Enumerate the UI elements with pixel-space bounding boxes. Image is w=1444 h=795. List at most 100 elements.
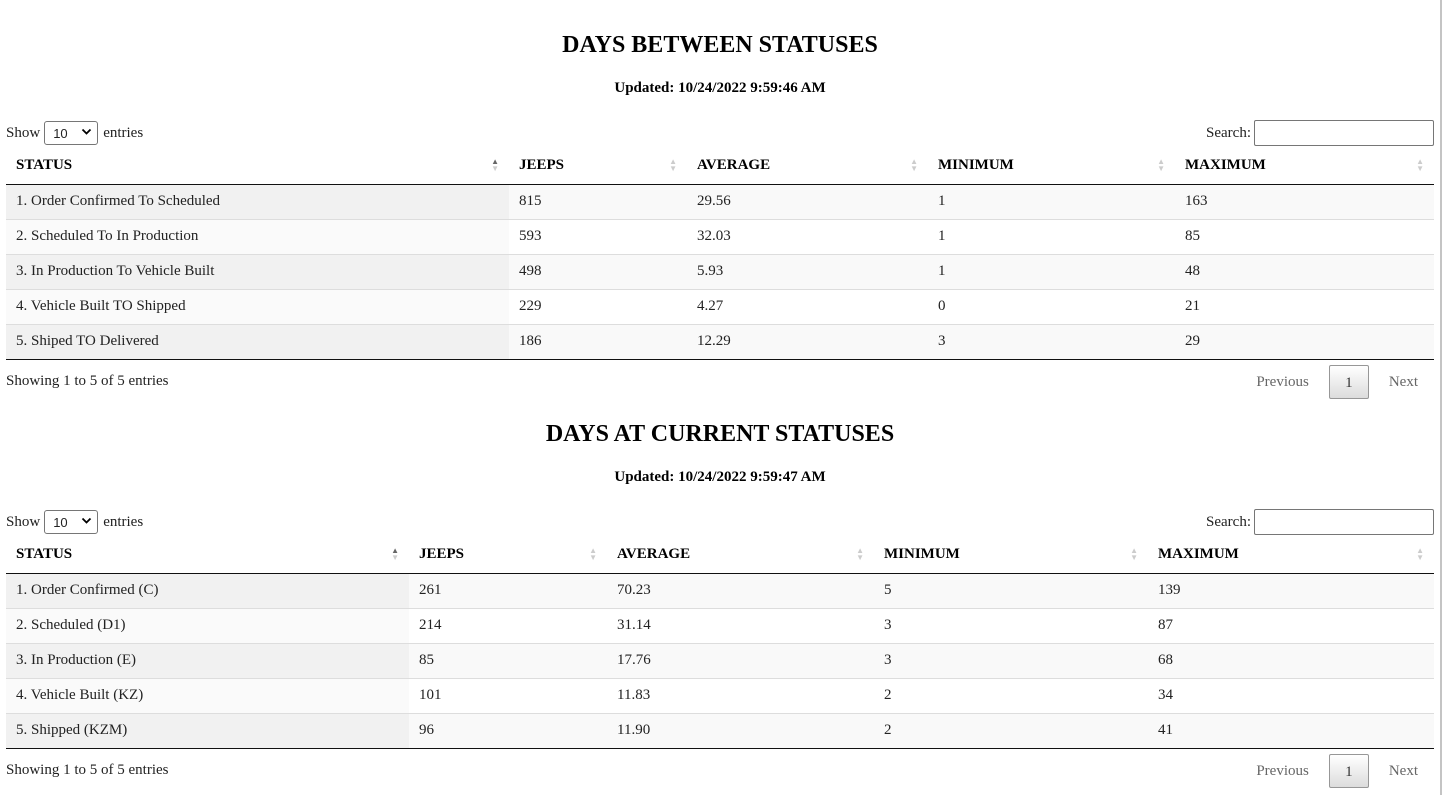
cell-maximum: 34 — [1148, 677, 1434, 713]
cell-status: 4. Vehicle Built (KZ) — [6, 677, 409, 713]
table-header-row: STATUS ▲ ▼ JEEPS ▲ ▼ AVERAGE ▲ ▼ MINIMUM ▲ ▼ MAX… — [6, 536, 1434, 574]
entries-label: entries — [103, 513, 144, 530]
previous-button[interactable]: Previous — [1240, 754, 1325, 788]
search-control: Search: — [1206, 120, 1434, 146]
cell-jeeps: 815 — [509, 184, 687, 219]
cell-minimum: 2 — [874, 712, 1148, 749]
entries-select-value: 10 — [53, 125, 68, 141]
cell-average: 29.56 — [687, 184, 928, 219]
cell-average: 70.23 — [607, 573, 874, 608]
sort-icon: ▲ ▼ — [391, 546, 399, 562]
pagination: Previous 1 Next — [1240, 754, 1434, 788]
table-row: 4. Vehicle Built (KZ) 101 11.83 2 34 — [6, 677, 1434, 713]
entries-label: entries — [103, 124, 144, 141]
cell-minimum: 0 — [928, 288, 1175, 324]
entries-select-value: 10 — [53, 514, 68, 530]
table-info: Showing 1 to 5 of 5 entries — [6, 373, 169, 389]
column-header-minimum[interactable]: MINIMUM ▲ ▼ — [928, 147, 1175, 185]
page-button-current[interactable]: 1 — [1328, 365, 1369, 399]
column-header-average[interactable]: AVERAGE ▲ ▼ — [607, 536, 874, 574]
cell-status: 2. Scheduled (D1) — [6, 607, 409, 643]
next-button[interactable]: Next — [1373, 365, 1434, 399]
table-row: 1. Order Confirmed To Scheduled 815 29.5… — [6, 184, 1434, 219]
cell-minimum: 1 — [928, 218, 1175, 254]
entries-select[interactable]: 10 — [44, 510, 99, 534]
scrollbar-edge[interactable] — [1440, 0, 1442, 795]
cell-jeeps: 229 — [509, 288, 687, 324]
cell-minimum: 3 — [874, 642, 1148, 678]
cell-minimum: 3 — [928, 323, 1175, 360]
cell-status: 1. Order Confirmed (C) — [6, 573, 409, 608]
cell-jeeps: 101 — [409, 677, 607, 713]
column-header-status[interactable]: STATUS ▲ ▼ — [6, 536, 409, 574]
cell-average: 17.76 — [607, 642, 874, 678]
search-input[interactable] — [1254, 509, 1434, 535]
sort-icon: ▲ ▼ — [491, 157, 499, 173]
cell-maximum: 68 — [1148, 642, 1434, 678]
cell-maximum: 163 — [1175, 184, 1434, 219]
sort-icon: ▲ ▼ — [856, 546, 864, 562]
cell-jeeps: 593 — [509, 218, 687, 254]
cell-average: 12.29 — [687, 323, 928, 360]
table-row: 4. Vehicle Built TO Shipped 229 4.27 0 2… — [6, 288, 1434, 324]
cell-maximum: 41 — [1148, 712, 1434, 749]
sort-icon: ▲ ▼ — [1157, 157, 1165, 173]
column-header-status[interactable]: STATUS ▲ ▼ — [6, 147, 509, 185]
data-table: STATUS ▲ ▼ JEEPS ▲ ▼ AVERAGE ▲ ▼ MINIMUM ▲ ▼ MAX… — [6, 536, 1434, 749]
chevron-down-icon — [81, 126, 92, 140]
cell-jeeps: 214 — [409, 607, 607, 643]
cell-maximum: 87 — [1148, 607, 1434, 643]
cell-average: 4.27 — [687, 288, 928, 324]
next-button[interactable]: Next — [1373, 754, 1434, 788]
cell-average: 5.93 — [687, 253, 928, 289]
cell-maximum: 48 — [1175, 253, 1434, 289]
table-row: 3. In Production (E) 85 17.76 3 68 — [6, 642, 1434, 678]
cell-maximum: 21 — [1175, 288, 1434, 324]
column-header-maximum[interactable]: MAXIMUM ▲ ▼ — [1175, 147, 1434, 185]
pagination: Previous 1 Next — [1240, 365, 1434, 399]
cell-jeeps: 261 — [409, 573, 607, 608]
search-label: Search: — [1206, 513, 1251, 530]
show-label: Show — [6, 124, 41, 141]
cell-average: 31.14 — [607, 607, 874, 643]
search-control: Search: — [1206, 509, 1434, 535]
column-header-maximum[interactable]: MAXIMUM ▲ ▼ — [1148, 536, 1434, 574]
cell-status: 5. Shiped TO Delivered — [6, 323, 509, 360]
entries-length-control: Show 10 entries — [6, 121, 143, 145]
show-label: Show — [6, 513, 41, 530]
column-header-average[interactable]: AVERAGE ▲ ▼ — [687, 147, 928, 185]
cell-minimum: 3 — [874, 607, 1148, 643]
table-info: Showing 1 to 5 of 5 entries — [6, 762, 169, 778]
section-title: DAYS BETWEEN STATUSES — [562, 32, 878, 58]
cell-maximum: 139 — [1148, 573, 1434, 608]
cell-status: 5. Shipped (KZM) — [6, 712, 409, 749]
search-input[interactable] — [1254, 120, 1434, 146]
sort-icon: ▲ ▼ — [1416, 157, 1424, 173]
column-header-jeeps[interactable]: JEEPS ▲ ▼ — [409, 536, 607, 574]
entries-select[interactable]: 10 — [44, 121, 99, 145]
table-row: 1. Order Confirmed (C) 261 70.23 5 139 — [6, 573, 1434, 608]
sort-icon: ▲ ▼ — [1130, 546, 1138, 562]
data-table: STATUS ▲ ▼ JEEPS ▲ ▼ AVERAGE ▲ ▼ MINIMUM ▲ ▼ MAX… — [6, 147, 1434, 360]
page-button-current[interactable]: 1 — [1328, 754, 1369, 788]
column-header-jeeps[interactable]: JEEPS ▲ ▼ — [509, 147, 687, 185]
cell-jeeps: 186 — [509, 323, 687, 360]
cell-jeeps: 96 — [409, 712, 607, 749]
cell-average: 11.90 — [607, 712, 874, 749]
sort-icon: ▲ ▼ — [910, 157, 918, 173]
updated-timestamp: Updated: 10/24/2022 9:59:46 AM — [614, 80, 826, 96]
cell-status: 3. In Production To Vehicle Built — [6, 253, 509, 289]
table-row: 5. Shipped (KZM) 96 11.90 2 41 — [6, 712, 1434, 749]
cell-status: 1. Order Confirmed To Scheduled — [6, 184, 509, 219]
cell-status: 4. Vehicle Built TO Shipped — [6, 288, 509, 324]
previous-button[interactable]: Previous — [1240, 365, 1325, 399]
table-row: 2. Scheduled To In Production 593 32.03 … — [6, 218, 1434, 254]
table-row: 5. Shiped TO Delivered 186 12.29 3 29 — [6, 323, 1434, 360]
sort-icon: ▲ ▼ — [1416, 546, 1424, 562]
cell-jeeps: 85 — [409, 642, 607, 678]
column-header-minimum[interactable]: MINIMUM ▲ ▼ — [874, 536, 1148, 574]
cell-average: 32.03 — [687, 218, 928, 254]
cell-maximum: 85 — [1175, 218, 1434, 254]
search-label: Search: — [1206, 124, 1251, 141]
cell-minimum: 1 — [928, 253, 1175, 289]
